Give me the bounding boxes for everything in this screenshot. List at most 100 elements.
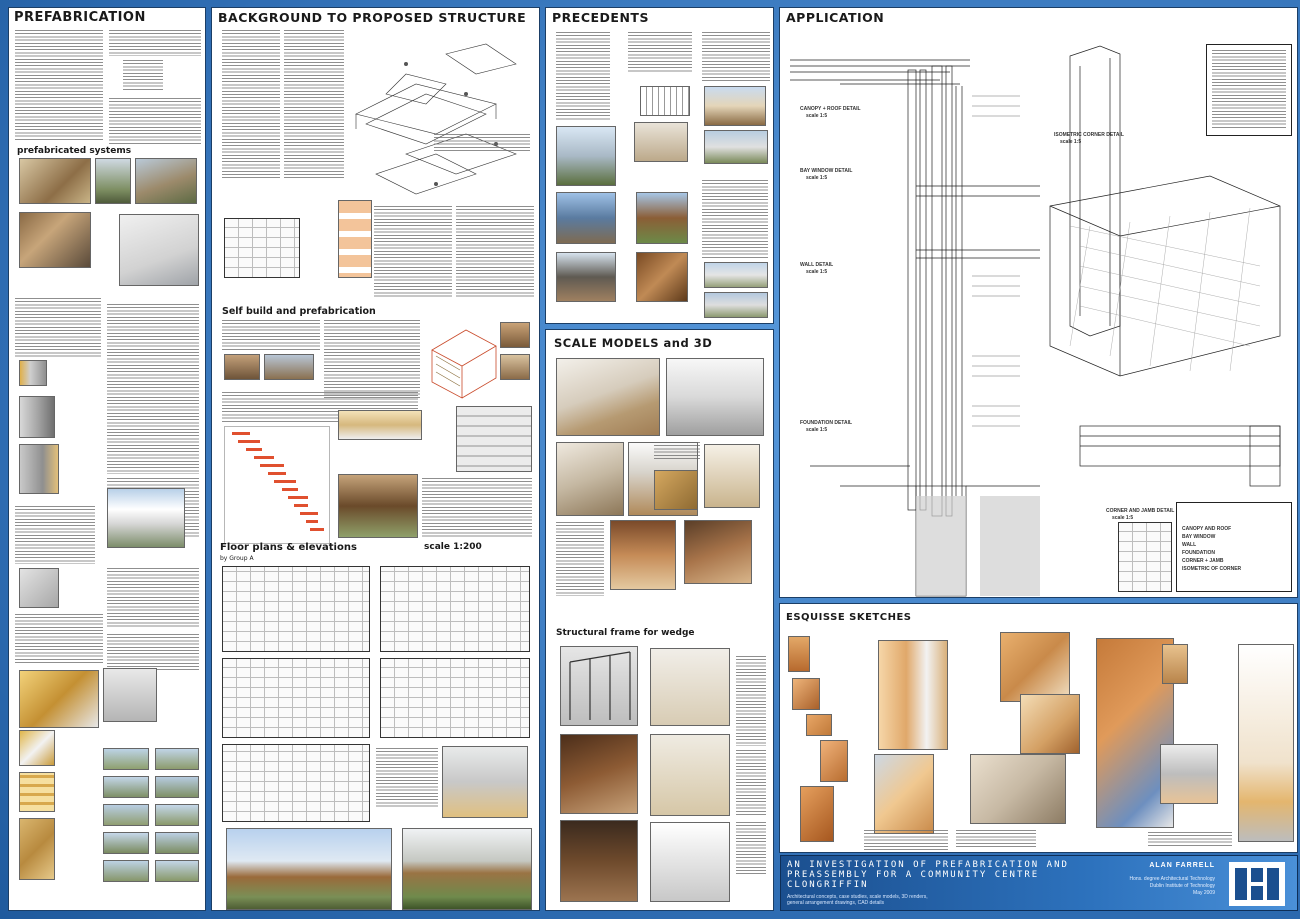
render-interior-1 <box>610 520 676 590</box>
photo-timber-structure <box>338 474 418 538</box>
photo-selfbuild-3 <box>224 354 260 380</box>
legend-list: CANOPY AND ROOF BAY WINDOW WALL FOUNDATI… <box>1182 526 1286 574</box>
title-block: AN INVESTIGATION OF PREFABRICATION AND P… <box>780 855 1298 911</box>
frame-lines-1 <box>569 651 631 720</box>
sketch-column <box>1162 644 1188 684</box>
sketch-joint-5 <box>800 786 834 842</box>
photo-selfbuild-1 <box>500 322 530 348</box>
author-info: Hons. degree Architectural Technology Du… <box>1119 876 1215 897</box>
form-text-2 <box>456 206 534 298</box>
precedent-text-3 <box>702 32 770 82</box>
roof-plan <box>222 744 370 822</box>
legend-item: ISOMETRIC OF CORNER <box>1182 566 1242 572</box>
sketch-joint-2 <box>792 678 820 710</box>
label-corner-scale: scale 1:5 <box>1112 515 1134 521</box>
panel-title: PREFABRICATION <box>14 10 146 25</box>
photo-concrete-panel <box>19 568 59 608</box>
sketch-joint-4 <box>820 740 848 782</box>
photo-crane-lift <box>95 158 131 204</box>
intro-text-2 <box>109 30 201 56</box>
panel-title: PRECEDENTS <box>552 10 649 25</box>
sip-house-sketch <box>431 329 497 399</box>
photo-houses-row-2 <box>704 292 768 318</box>
panel-title: ESQUISSE SKETCHES <box>786 612 912 623</box>
photo-school <box>704 130 768 164</box>
photo-house-10 <box>155 860 199 882</box>
photo-selfbuild-2 <box>500 354 530 380</box>
sub-self-build: Self build and prefabrication <box>222 306 376 317</box>
label-foundation-detail: FOUNDATION DETAIL <box>800 420 853 426</box>
photo-boardwalk <box>704 86 766 126</box>
panel-title: SCALE MODELS and 3D <box>554 336 713 350</box>
precast-text <box>107 568 199 628</box>
sketch-wall-panel-2 <box>1020 694 1080 754</box>
render-3d-small <box>442 746 528 818</box>
photo-timber-frame <box>19 158 91 204</box>
course-name: Hons. degree Architectural Technology <box>1129 876 1215 882</box>
selfbuild-text-2 <box>324 320 420 400</box>
sub-prefab-systems: prefabricated systems <box>17 146 132 156</box>
precedent-text-4 <box>702 180 768 260</box>
photo-osb <box>19 818 55 880</box>
photo-module <box>135 158 197 204</box>
photo-interior <box>634 122 688 162</box>
steel-text <box>107 634 199 670</box>
project-title: AN INVESTIGATION OF PREFABRICATION AND P… <box>787 860 1069 890</box>
models-caption-1 <box>654 442 700 460</box>
photo-house-5 <box>103 860 149 882</box>
model-photo-1 <box>556 358 660 436</box>
panel-title: BACKGROUND TO PROPOSED STRUCTURE <box>218 10 527 25</box>
frame-render-3 <box>560 820 638 902</box>
site-key-plan <box>1118 522 1172 592</box>
panel-prefabrication: PREFABRICATION prefabricated systems <box>8 7 206 911</box>
photo-panel-facade <box>456 406 532 472</box>
render-exterior-1 <box>226 828 392 910</box>
subtitle-line-2: general arrangement drawings, CAD detail… <box>787 900 884 906</box>
label-wall-detail: WALL DETAIL <box>800 262 834 268</box>
legend-item: FOUNDATION <box>1182 550 1215 556</box>
panel-application: APPLICATION CANOPY + ROOF DETAIL scale 1… <box>779 7 1298 598</box>
photo-house-8 <box>155 804 199 826</box>
panel-background: BACKGROUND TO PROPOSED STRUCTURE Self bu… <box>211 7 540 911</box>
concrete-text <box>15 506 95 564</box>
panel-section-1 <box>19 360 47 386</box>
legend-item: BAY WINDOW <box>1182 534 1216 540</box>
sketch-beam-section <box>878 640 948 750</box>
sub-structural-frame: Structural frame for wedge <box>556 628 695 638</box>
photo-apartments <box>107 488 185 548</box>
photo-timber-detail <box>636 252 688 302</box>
concept-text <box>434 134 530 152</box>
label-wall-scale: scale 1:5 <box>806 269 828 275</box>
gantt-chart <box>224 426 330 544</box>
photo-sip-layers <box>19 772 55 812</box>
intro-list <box>123 60 163 90</box>
drawing-key-text <box>1212 50 1286 130</box>
label-window-detail: BAY WINDOW DETAIL <box>800 168 853 174</box>
project-title-line-1: AN INVESTIGATION OF PREFABRICATION AND <box>787 860 1069 870</box>
form-text-1 <box>374 206 452 298</box>
label-iso-scale: scale 1:5 <box>1060 139 1082 145</box>
project-date: May 2009 <box>1193 890 1215 896</box>
precedent-text-1 <box>556 32 610 120</box>
label-corner-detail: CORNER AND JAMB DETAIL <box>1106 508 1175 514</box>
render-interior-2 <box>684 520 752 584</box>
model-photo-3 <box>556 442 624 516</box>
frame-render-2 <box>560 734 638 814</box>
photo-timber-pavilion <box>636 192 688 244</box>
photo-selfbuild-4 <box>264 354 314 380</box>
sketch-floor-junction <box>874 754 934 834</box>
author-name: ALAN FARRELL <box>1149 862 1215 869</box>
intro-text-3 <box>109 98 201 144</box>
panel-esquisse: ESQUISSE SKETCHES <box>779 603 1298 853</box>
photo-panel-wall <box>119 214 199 286</box>
elevation-drawing <box>380 658 530 738</box>
photo-sip-exploded <box>19 670 99 728</box>
frame-model-3 <box>650 822 730 902</box>
photo-house-4 <box>103 832 149 854</box>
panel-section-3 <box>19 444 59 494</box>
sketch-footing <box>1160 744 1218 804</box>
section-drawing <box>222 658 370 738</box>
model-photo-6 <box>654 470 698 510</box>
label-foundation-scale: scale 1:5 <box>806 427 828 433</box>
timber-wall-section <box>338 410 422 440</box>
